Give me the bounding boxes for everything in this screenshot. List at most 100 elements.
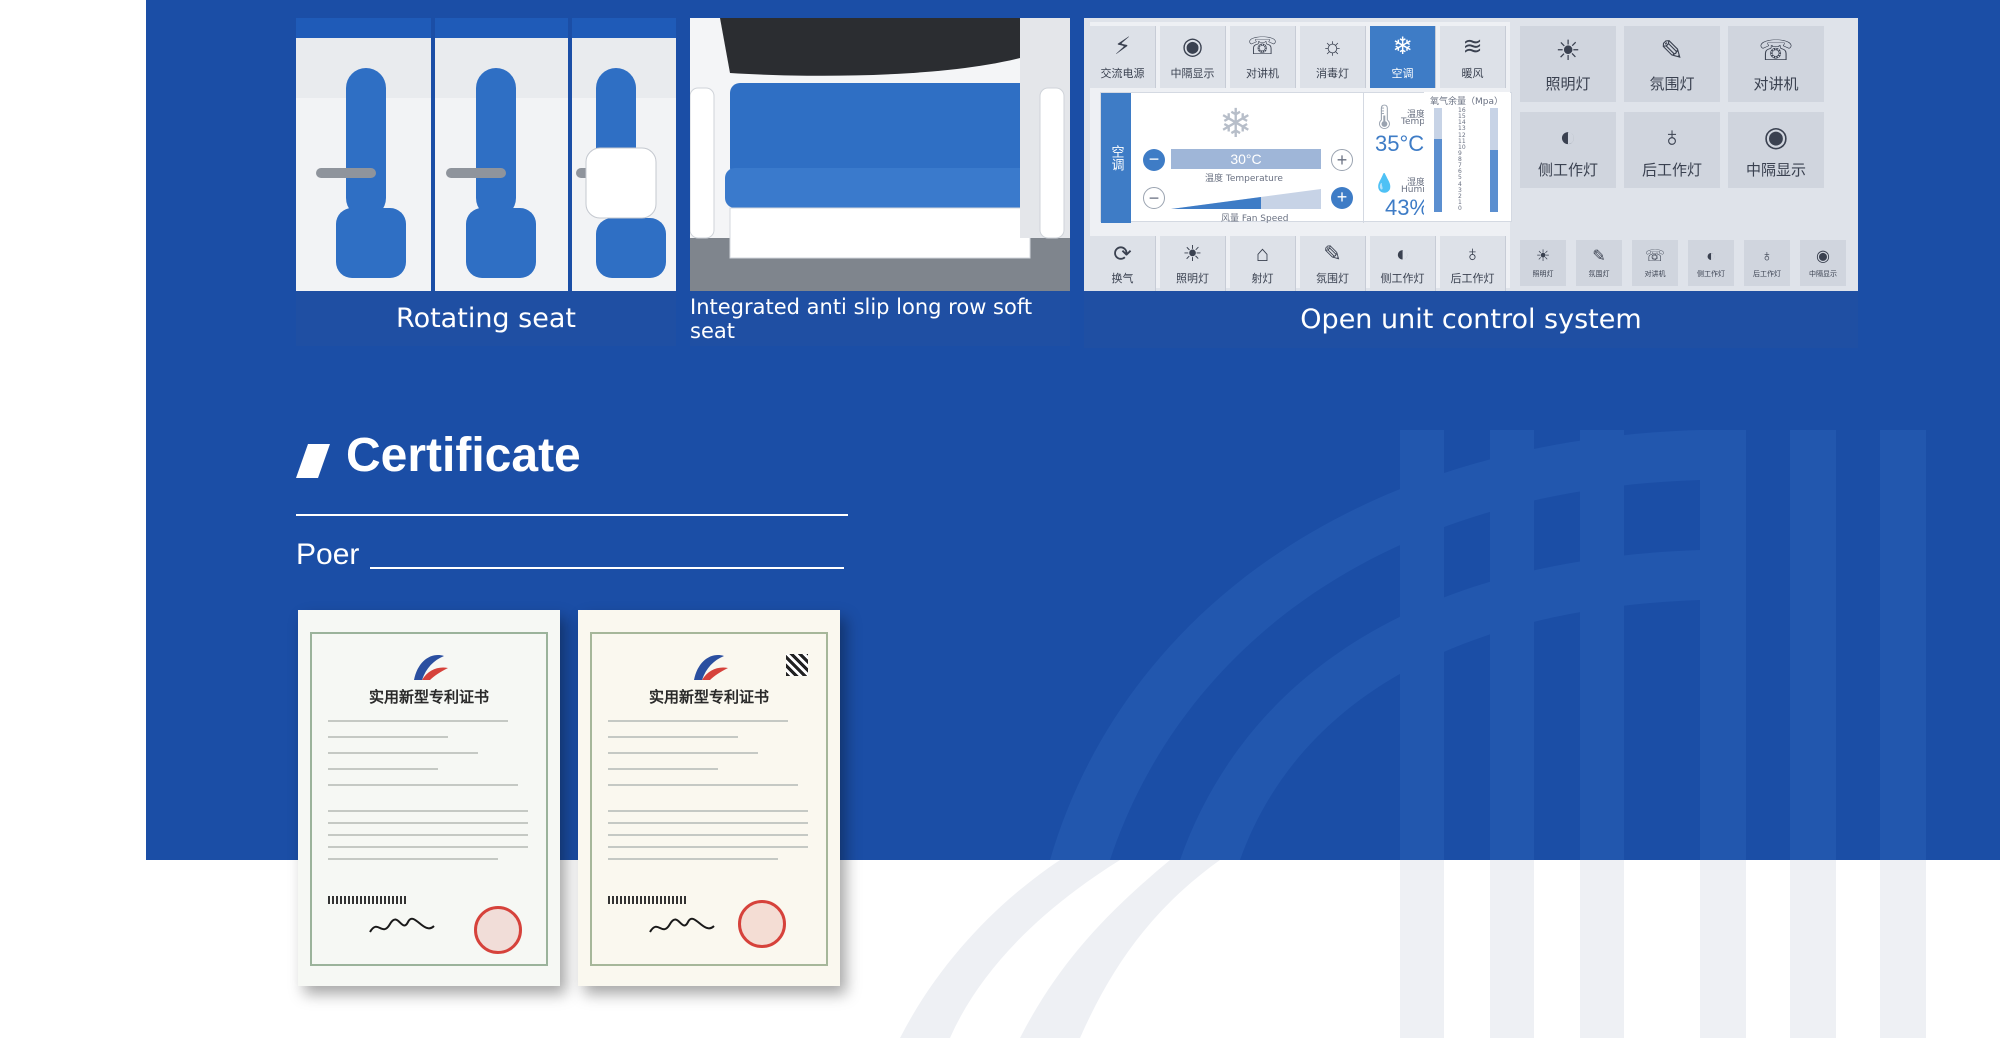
feature-card-rotating-seat: Rotating seat (296, 18, 676, 346)
side-lamp-icon: ◐ (1395, 241, 1410, 266)
bulb-icon: ☀ (1535, 247, 1551, 265)
fan-speed-label: 风量 Fan Speed (1221, 214, 1289, 224)
oxygen-tank-1-bar (1434, 108, 1442, 212)
fan-minus-button[interactable]: − (1143, 187, 1165, 209)
ambient-light-icon: ✎ (1323, 241, 1342, 266)
certificate-title: 实用新型专利证书 (648, 688, 769, 706)
long-row-seat-image (690, 18, 1070, 291)
heat-icon: ≋ (1462, 33, 1483, 60)
text-line (608, 720, 788, 722)
text-line (328, 834, 528, 836)
text-line (608, 768, 718, 770)
tile-side-work-light[interactable]: ◐ 侧工作灯 (1520, 112, 1616, 188)
droplet-icon: 💧 (1373, 173, 1396, 193)
tab-lighting[interactable]: ☀ 照明灯 (1160, 236, 1226, 292)
tile-partition-display[interactable]: ◉ 中隔显示 (1728, 112, 1824, 188)
oxygen-gauge: 氧气余量（Mpa） 16 15 14 13 12 11 10 9 8 7 6 5 4 3 2 1 0 (1424, 92, 1510, 218)
brand-name: Poer (296, 538, 360, 571)
mini-side-work-light[interactable]: ◐ 侧工作灯 (1688, 240, 1734, 286)
text-line (328, 752, 478, 754)
temperature-minus-button[interactable]: − (1143, 149, 1165, 171)
oxygen-scale: 16 15 14 13 12 11 10 9 8 7 6 5 4 3 2 1 0 (1454, 108, 1478, 212)
long-row-seat-caption: Integrated anti slip long row soft seat (690, 291, 1070, 346)
tile-rear-work-light[interactable]: ♁ 后工作灯 (1624, 112, 1720, 188)
tab-spotlight[interactable]: ⌂ 射灯 (1230, 236, 1296, 292)
barcode (328, 896, 408, 904)
humidity-reading: 43% (1385, 195, 1430, 220)
feature-card-control-system: ⚡ 交流电源 ◉ 中隔显示 ☏ 对讲机 ☼ 消毒灯 ❄ 空调 ≋ 暖风 空调 ❄… (1084, 18, 1858, 348)
divider (1363, 93, 1364, 223)
text-line (328, 810, 528, 812)
text-line (328, 736, 448, 738)
oxygen-scale-tick: 0 (1458, 205, 1462, 212)
uv-lamp-icon: ☼ (1321, 33, 1344, 60)
qr-code-icon (786, 654, 808, 676)
signature (649, 917, 715, 933)
slash-mark-icon (296, 444, 330, 478)
eye-icon: ◉ (1763, 120, 1789, 152)
text-line (328, 720, 508, 722)
tab-uv-lamp[interactable]: ☼ 消毒灯 (1300, 26, 1366, 88)
control-panel-screen: ⚡ 交流电源 ◉ 中隔显示 ☏ 对讲机 ☼ 消毒灯 ❄ 空调 ≋ 暖风 空调 ❄… (1084, 18, 1858, 292)
patent-certificate-2[interactable]: 实用新型专利证书 (578, 610, 840, 986)
mini-intercom[interactable]: ☏ 对讲机 (1632, 240, 1678, 286)
tab-ac-power[interactable]: ⚡ 交流电源 (1090, 26, 1156, 88)
tile-ambient-light[interactable]: ✎ 氛围灯 (1624, 26, 1720, 102)
ambient-light-icon: ✎ (1592, 247, 1606, 265)
text-line (608, 752, 758, 754)
tab-air-conditioning[interactable]: ❄ 空调 (1370, 26, 1436, 88)
bulb-icon: ☀ (1555, 34, 1581, 66)
brand-underline (370, 567, 844, 569)
tile-lighting[interactable]: ☀ 照明灯 (1520, 26, 1616, 102)
mini-rear-work-light[interactable]: ♁ 后工作灯 (1744, 240, 1790, 286)
text-line (328, 858, 498, 860)
patent-office-logo (694, 655, 728, 680)
text-line (608, 858, 778, 860)
patent-certificate-1[interactable]: 实用新型专利证书 (298, 610, 560, 986)
text-line (608, 846, 808, 848)
mini-lighting[interactable]: ☀ 照明灯 (1520, 240, 1566, 286)
certificate-heading: Certificate (346, 429, 581, 482)
heading-divider (296, 514, 848, 516)
tab-heater[interactable]: ≋ 暖风 (1440, 26, 1506, 88)
rotating-seat-image (296, 18, 676, 291)
oxygen-label: 氧气余量（Mpa） (1430, 97, 1503, 107)
signature (369, 917, 435, 933)
certificate-title: 实用新型专利证书 (368, 688, 489, 706)
feature-card-long-row-seat: Integrated anti slip long row soft seat (690, 18, 1070, 346)
side-lamp-icon: ◐ (1706, 247, 1716, 265)
rear-lamp-icon: ♁ (1661, 120, 1683, 152)
mini-partition-display[interactable]: ◉ 中隔显示 (1800, 240, 1846, 286)
rear-lamp-icon: ♁ (1761, 247, 1773, 265)
tab-ventilation[interactable]: ⟳ 换气 (1090, 236, 1156, 292)
tab-ambient-light[interactable]: ✎ 氛围灯 (1300, 236, 1366, 292)
red-seal (474, 906, 522, 954)
eye-icon: ◉ (1182, 33, 1203, 60)
walkie-talkie-icon: ☏ (1758, 34, 1794, 66)
rear-lamp-icon: ♁ (1464, 241, 1481, 266)
patent-office-logo (414, 655, 448, 680)
text-line (608, 822, 808, 824)
tab-rear-work-light[interactable]: ♁ 后工作灯 (1440, 236, 1506, 292)
temperature-plus-button[interactable]: + (1331, 149, 1353, 171)
text-line (328, 822, 528, 824)
text-line (608, 784, 798, 786)
text-line (328, 846, 528, 848)
mini-ambient-light[interactable]: ✎ 氛围灯 (1576, 240, 1622, 286)
eye-icon: ◉ (1816, 247, 1830, 265)
snowflake-icon: ❄ (1219, 102, 1253, 146)
walkie-talkie-icon: ☏ (1644, 247, 1665, 265)
tile-intercom[interactable]: ☏ 对讲机 (1728, 26, 1824, 102)
tab-partition-display[interactable]: ◉ 中隔显示 (1160, 26, 1226, 88)
snowflake-icon: ❄ (1392, 33, 1413, 60)
ambient-light-icon: ✎ (1660, 34, 1684, 66)
text-line (608, 810, 808, 812)
bulb-icon: ☀ (1182, 241, 1203, 266)
tab-intercom[interactable]: ☏ 对讲机 (1230, 26, 1296, 88)
rotating-seat-caption: Rotating seat (296, 291, 676, 346)
fan-plus-button[interactable]: + (1331, 187, 1353, 209)
text-line (328, 768, 438, 770)
fan-speed-bar[interactable] (1171, 189, 1321, 209)
side-lamp-icon: ◐ (1559, 120, 1577, 152)
tab-side-work-light[interactable]: ◐ 侧工作灯 (1370, 236, 1436, 292)
